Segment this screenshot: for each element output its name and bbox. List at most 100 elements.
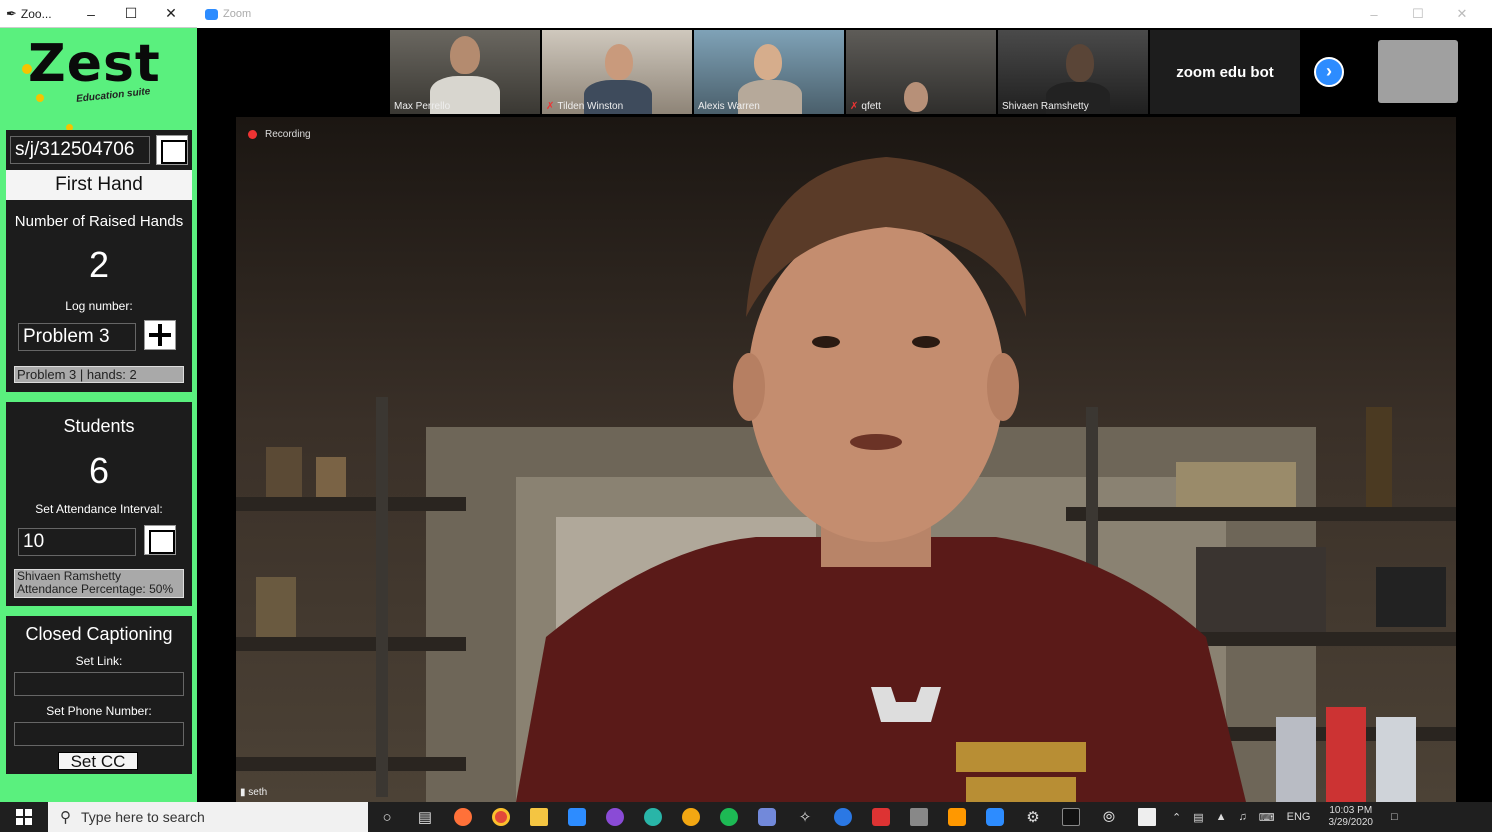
maximize-button[interactable]: ☐: [111, 5, 151, 22]
participant-figure: [754, 44, 782, 80]
signal-bars-icon: ▮: [240, 787, 246, 798]
keyboard-icon[interactable]: ⌨: [1253, 811, 1281, 824]
cc-link-field[interactable]: [14, 672, 184, 696]
system-clock[interactable]: 10:03 PM 3/29/2020: [1317, 805, 1386, 829]
active-speaker-name: seth: [248, 787, 268, 798]
zoom-close-button[interactable]: ✕: [1440, 6, 1484, 22]
participant-tile[interactable]: Shivaen Ramshetty: [998, 30, 1148, 114]
logo-dot: [36, 94, 44, 102]
zoom-app-icon: [205, 8, 218, 20]
attendance-checkbox[interactable]: [144, 525, 176, 555]
language-indicator[interactable]: ENG: [1281, 811, 1317, 823]
red-app-icon[interactable]: [862, 802, 900, 832]
chrome-icon[interactable]: [482, 802, 520, 832]
grey-app-icon[interactable]: [900, 802, 938, 832]
first-hand-button[interactable]: First Hand: [6, 170, 192, 200]
zoom-titlebar: Zoom – ☐ ✕: [197, 0, 1492, 28]
cortana-icon[interactable]: ○: [368, 802, 406, 832]
network-icon[interactable]: ▤: [1187, 811, 1209, 824]
main-speaker-video: Recording ▮ seth: [236, 117, 1456, 802]
muted-mic-icon: ✗: [850, 101, 859, 112]
wifi-icon[interactable]: ▲: [1210, 811, 1233, 823]
zoom-taskbar-icon[interactable]: [976, 802, 1014, 832]
raised-hands-label: Number of Raised Hands: [14, 213, 184, 230]
windows-logo-icon: [16, 809, 32, 825]
participant-tile[interactable]: Max Perrello: [390, 30, 540, 114]
recording-label: Recording: [265, 129, 311, 140]
attendance-readout-percentage: Attendance Percentage: 50%: [17, 582, 174, 596]
zoom-minimize-button[interactable]: –: [1352, 7, 1396, 22]
task-view-icon[interactable]: ▤: [406, 802, 444, 832]
set-cc-button[interactable]: Set CC: [58, 752, 138, 771]
slack-icon[interactable]: ✧: [786, 802, 824, 832]
terminal-icon[interactable]: [1052, 802, 1090, 832]
log-number-field[interactable]: Problem 3: [18, 323, 136, 351]
notepad-icon[interactable]: [1128, 802, 1166, 832]
attendance-interval-label: Set Attendance Interval:: [35, 502, 163, 516]
zoom-maximize-button[interactable]: ☐: [1396, 6, 1440, 22]
taskbar-search-box[interactable]: ⚲ Type here to search: [48, 802, 368, 832]
participant-tile[interactable]: ✗ Tilden Winston: [542, 30, 692, 114]
participant-name: Shivaen Ramshetty: [1002, 101, 1089, 112]
start-button[interactable]: [0, 802, 48, 832]
raised-hands-panel: s/j/312504706 First Hand Number of Raise…: [6, 130, 192, 392]
participant-name: qfett: [861, 101, 881, 112]
podcast-icon[interactable]: [596, 802, 634, 832]
log-readout: Problem 3 | hands: 2: [14, 366, 184, 383]
participant-figure: [450, 36, 480, 74]
speaker-video-frame: [236, 117, 1456, 802]
clock-date: 3/29/2020: [1328, 817, 1374, 828]
chevron-right-icon: ›: [1326, 61, 1332, 81]
windows-taskbar: ⚲ Type here to search ○ ▤ ✧ ⚙ ⦾ ⌃ ▤ ▲ ♫ …: [0, 802, 1492, 832]
file-explorer-icon[interactable]: [520, 802, 558, 832]
attendance-interval-field[interactable]: 10: [18, 528, 136, 556]
next-page-button[interactable]: ›: [1314, 57, 1344, 87]
orange-app-icon[interactable]: [672, 802, 710, 832]
discord-icon[interactable]: [748, 802, 786, 832]
participant-tile[interactable]: Alexis Warren: [694, 30, 844, 114]
media-player-icon[interactable]: [824, 802, 862, 832]
students-label: Students: [63, 416, 135, 436]
zest-titlebar: ✒ Zoo... – ☐ ✕: [0, 0, 197, 28]
volume-icon[interactable]: ♫: [1233, 811, 1253, 823]
add-log-button[interactable]: [144, 320, 176, 350]
spotify-icon[interactable]: [710, 802, 748, 832]
meeting-link-checkbox[interactable]: [156, 135, 188, 165]
attendance-readout: Shivaen Ramshetty Attendance Percentage:…: [14, 569, 184, 598]
cc-phone-label: Set Phone Number:: [46, 704, 152, 718]
recording-indicator: Recording: [248, 129, 311, 140]
obs-icon[interactable]: ⦾: [1090, 802, 1128, 832]
participant-name: Max Perrello: [394, 101, 451, 112]
participant-name: Alexis Warren: [698, 101, 760, 112]
vscode-icon[interactable]: [558, 802, 596, 832]
globe-app-icon[interactable]: [634, 802, 672, 832]
students-count: 6: [88, 450, 110, 491]
participant-figure: [605, 44, 633, 80]
cc-phone-field[interactable]: [14, 722, 184, 746]
search-placeholder: Type here to search: [81, 809, 205, 825]
self-view-tile[interactable]: [1378, 40, 1458, 103]
plus-icon: [145, 321, 175, 349]
search-icon: ⚲: [60, 809, 71, 826]
sublime-icon[interactable]: [938, 802, 976, 832]
clock-time: 10:03 PM: [1329, 805, 1373, 816]
minimize-button[interactable]: –: [71, 6, 111, 22]
zoom-window: Zoom – ☐ ✕ Max Perrello ✗ Tilden Winston …: [197, 0, 1492, 802]
bot-name: zoom edu bot: [1176, 63, 1274, 81]
close-button[interactable]: ✕: [151, 5, 191, 22]
participant-name-row: ✗ Tilden Winston: [546, 101, 623, 112]
closed-captioning-panel: Closed Captioning Set Link: Set Phone Nu…: [6, 616, 192, 774]
cc-link-label: Set Link:: [75, 654, 123, 668]
participant-tile[interactable]: ✗ qfett: [846, 30, 996, 114]
tray-chevron-icon[interactable]: ⌃: [1166, 811, 1187, 824]
cc-title: Closed Captioning: [25, 624, 173, 644]
meeting-link-field[interactable]: s/j/312504706: [10, 136, 150, 164]
notifications-icon[interactable]: □: [1385, 811, 1404, 823]
active-speaker-name-row: ▮ seth: [240, 787, 267, 798]
bot-participant-tile[interactable]: zoom edu bot: [1150, 30, 1300, 114]
zest-window-title: Zoo...: [20, 6, 52, 21]
firefox-icon[interactable]: [444, 802, 482, 832]
recording-dot-icon: [248, 130, 257, 139]
raised-hands-count: 2: [88, 244, 110, 285]
settings-gear-icon[interactable]: ⚙: [1014, 802, 1052, 832]
